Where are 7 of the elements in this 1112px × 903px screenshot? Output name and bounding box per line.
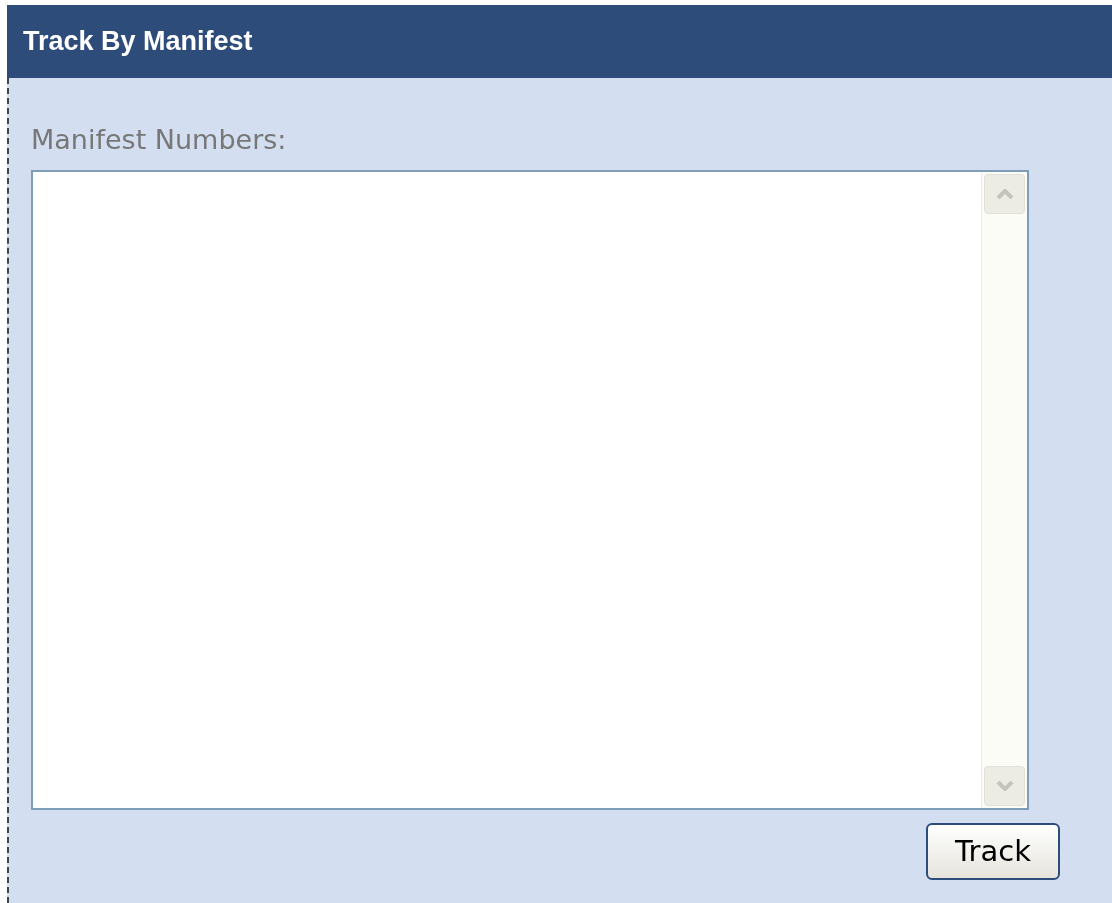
text-area[interactable] [31, 170, 1029, 810]
scrollbar[interactable] [981, 172, 1027, 808]
panel-title: Track By Manifest [23, 25, 253, 59]
field-label: Manifest Numbers: [31, 123, 288, 157]
scroll-up-button[interactable] [984, 174, 1025, 214]
track-button[interactable]: Track [926, 823, 1060, 880]
scroll-down-button[interactable] [984, 766, 1025, 806]
